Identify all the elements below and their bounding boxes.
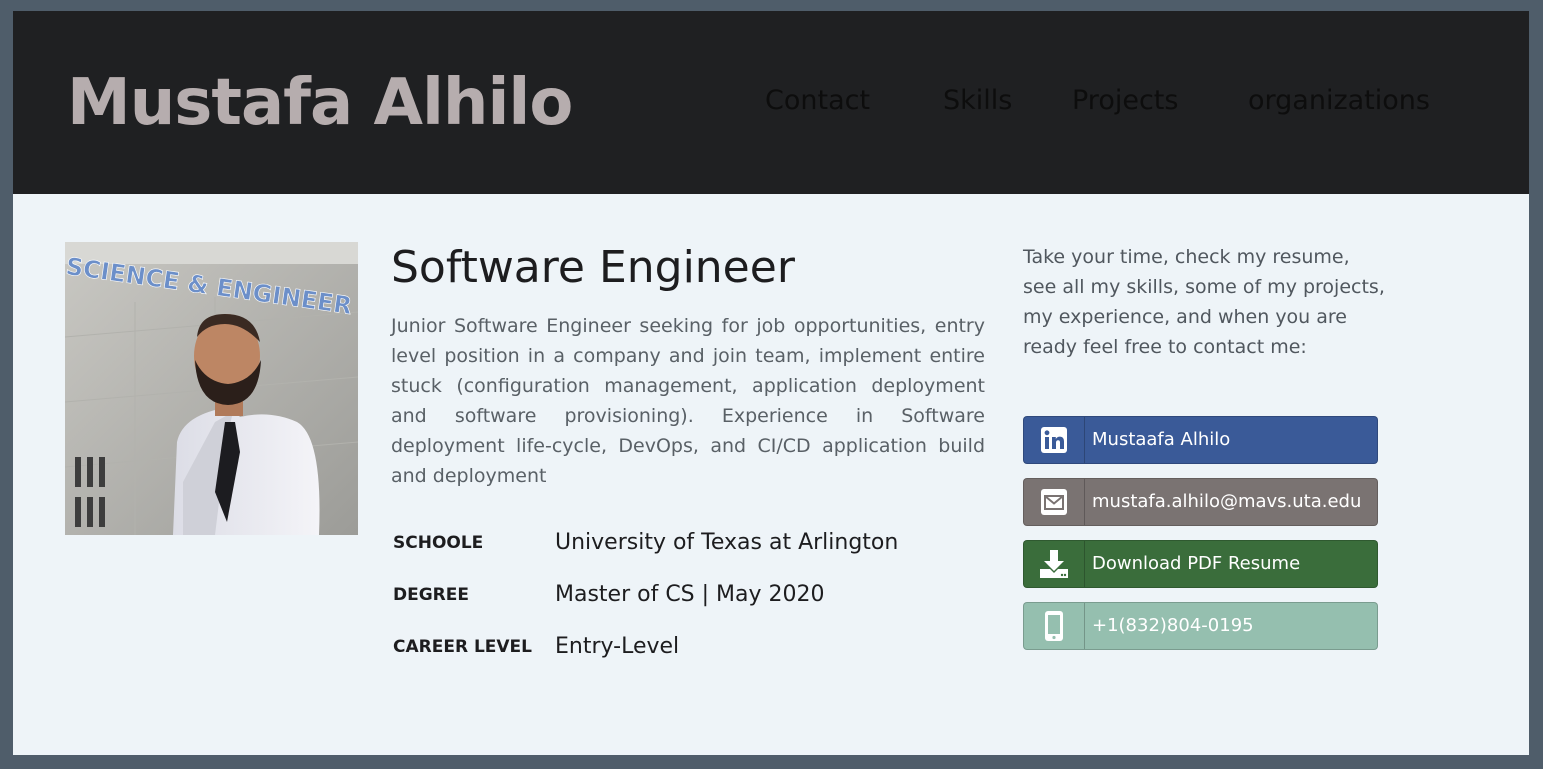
phone-label: +1(832)804-0195 <box>1092 615 1254 636</box>
nav-skills[interactable]: Skills <box>943 83 1012 119</box>
brand-name[interactable]: Mustafa Alhilo <box>67 65 573 141</box>
job-title: Software Engineer <box>391 242 795 293</box>
email-button[interactable]: mustafa.alhilo@mavs.uta.edu <box>1023 478 1378 526</box>
download-resume-label: Download PDF Resume <box>1092 553 1301 574</box>
page-frame: Mustafa Alhilo Contact Skills Projects o… <box>13 11 1529 755</box>
nav-contact[interactable]: Contact <box>765 83 870 119</box>
profile-summary: Junior Software Engineer seeking for job… <box>391 315 985 487</box>
nav-organizations[interactable]: organizations <box>1248 83 1430 119</box>
contact-intro: Take your time, check my resume, see all… <box>1023 246 1385 358</box>
phone-icon <box>1024 603 1085 649</box>
info-label: DEGREE <box>393 585 469 605</box>
download-icon <box>1024 541 1085 587</box>
linkedin-label: Mustaafa Alhilo <box>1092 429 1231 450</box>
info-label: SCHOOLE <box>393 533 484 553</box>
site-header: Mustafa Alhilo Contact Skills Projects o… <box>13 11 1529 194</box>
info-label: CAREER LEVEL <box>393 637 533 657</box>
nav-projects[interactable]: Projects <box>1072 83 1178 119</box>
email-icon <box>1024 479 1085 525</box>
email-label: mustafa.alhilo@mavs.uta.edu <box>1092 491 1362 512</box>
profile-photo: SCIENCE & ENGINEER <box>65 242 358 535</box>
linkedin-icon <box>1024 417 1085 463</box>
phone-button[interactable]: +1(832)804-0195 <box>1023 602 1378 650</box>
info-value: Entry-Level <box>555 634 680 659</box>
info-value: University of Texas at Arlington <box>555 530 899 555</box>
info-value: Master of CS | May 2020 <box>555 582 825 607</box>
linkedin-button[interactable]: Mustaafa Alhilo <box>1023 416 1378 464</box>
download-resume-button[interactable]: Download PDF Resume <box>1023 540 1378 588</box>
